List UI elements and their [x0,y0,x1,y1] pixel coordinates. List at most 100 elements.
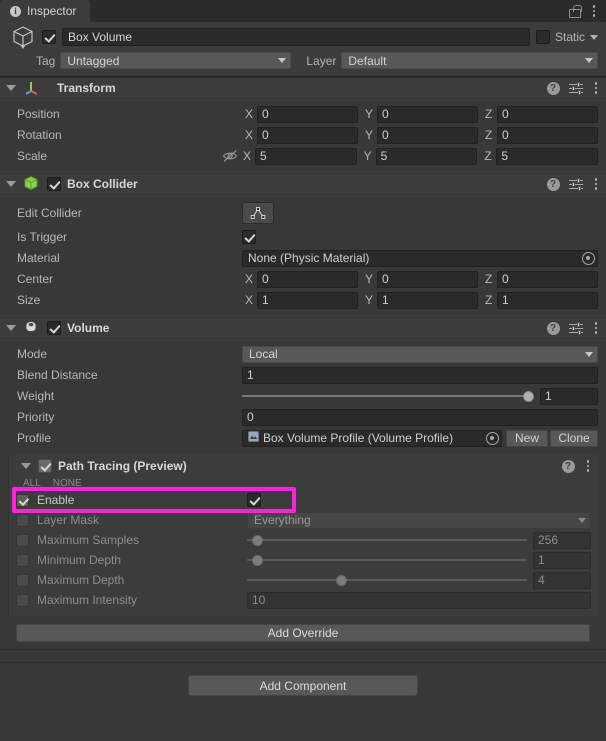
object-name-row: Box Volume Static [8,26,598,49]
static-label: Static [554,30,585,44]
add-component-button[interactable]: Add Component [188,675,418,696]
path-tracing-header[interactable]: Path Tracing (Preview) ? [9,455,598,477]
slider-knob[interactable] [335,574,347,586]
maximum-depth-input[interactable]: 4 [533,571,591,589]
size-y-input[interactable]: 1 [377,291,478,309]
position-z-input[interactable]: 0 [497,105,598,123]
collider-size-row: Size X 1 Y 1 Z 1 [8,290,598,310]
size-x-input[interactable]: 1 [257,291,358,309]
priority-input[interactable]: 0 [242,408,598,426]
layer-mask-dropdown[interactable]: Everything [247,511,591,529]
help-icon[interactable]: ? [546,321,560,335]
is-trigger-checkbox[interactable] [242,230,256,244]
volume-mode-dropdown[interactable]: Local [242,345,598,363]
slider-knob[interactable] [252,534,264,546]
axis-label-x: X [245,272,254,286]
preset-icon[interactable] [568,81,583,95]
rotation-x-input[interactable]: 0 [257,126,358,144]
object-enabled-checkbox[interactable] [42,30,56,44]
help-icon[interactable]: ? [561,459,575,473]
kebab-menu-icon[interactable] [584,458,593,474]
add-override-button[interactable]: Add Override [16,624,590,642]
component-header-box-collider[interactable]: Box Collider ? [0,173,606,195]
minimum-depth-input[interactable]: 1 [533,551,591,569]
volume-icon [23,319,39,338]
override-none-button[interactable]: NONE [53,478,82,489]
kebab-menu-icon[interactable] [592,176,601,192]
position-x-input[interactable]: 0 [257,105,358,123]
kebab-menu-icon[interactable] [592,80,601,96]
minimum-depth-override-checkbox[interactable] [16,553,29,567]
foldout-arrow-icon[interactable] [6,325,16,331]
chevron-down-icon[interactable] [590,34,598,40]
path-tracing-enabled-checkbox[interactable] [38,459,52,473]
add-component-wrap: Add Component [0,663,606,696]
slider-knob[interactable] [252,554,264,566]
tab-inspector[interactable]: i Inspector [0,0,91,22]
maximum-depth-override-checkbox[interactable] [16,573,29,587]
center-y-input[interactable]: 0 [377,270,478,288]
center-x-input[interactable]: 0 [257,270,358,288]
path-tracing-box: Path Tracing (Preview) ? ALL NONE Enable [8,455,598,616]
kebab-menu-icon[interactable] [590,3,599,19]
profile-new-button[interactable]: New [506,429,548,447]
constrain-proportions-off-icon[interactable] [222,149,238,163]
foldout-arrow-icon[interactable] [6,181,16,187]
edit-collider-button[interactable] [242,202,274,224]
scale-z-input[interactable]: 5 [496,147,599,165]
minimum-depth-slider[interactable] [247,552,527,569]
path-tracing-maximum-depth-row: Maximum Depth 4 [16,570,591,590]
box-collider-enabled-checkbox[interactable] [47,177,61,191]
path-tracing-minimum-depth-row: Minimum Depth 1 [16,550,591,570]
is-trigger-row: Is Trigger [8,227,598,247]
center-z-input[interactable]: 0 [497,270,598,288]
scale-y-input[interactable]: 5 [375,147,478,165]
weight-value-input[interactable]: 1 [540,387,598,405]
maximum-intensity-override-checkbox[interactable] [16,593,29,607]
field-label: Priority [17,410,55,424]
maximum-samples-slider[interactable] [247,532,527,549]
axis-label-y: Y [365,272,374,286]
field-label: Scale [17,149,48,163]
tag-dropdown[interactable]: Untagged [60,52,292,69]
layer-dropdown[interactable]: Default [341,52,598,69]
volume-enabled-checkbox[interactable] [47,321,61,335]
help-icon[interactable]: ? [546,81,560,95]
enable-override-checkbox[interactable] [16,493,29,507]
layer-mask-override-checkbox[interactable] [16,513,29,527]
scale-x-input[interactable]: 5 [255,147,357,165]
axis-label-y: Y [365,128,374,142]
override-all-button[interactable]: ALL [23,478,41,489]
foldout-arrow-icon[interactable] [6,85,16,91]
foldout-arrow-icon[interactable] [21,463,31,469]
profile-clone-button[interactable]: Clone [550,429,598,447]
maximum-intensity-input[interactable]: 10 [247,591,591,609]
blend-distance-input[interactable]: 1 [242,366,598,384]
field-label: Position [17,107,60,121]
object-picker-icon[interactable] [582,251,595,265]
size-z-input[interactable]: 1 [497,291,598,309]
rotation-z-input[interactable]: 0 [497,126,598,144]
help-icon[interactable]: ? [546,177,560,191]
enable-value-checkbox[interactable] [247,493,261,507]
component-header-transform[interactable]: Transform ? [0,77,606,99]
component-header-actions: ? [546,320,601,336]
kebab-menu-icon[interactable] [592,320,601,336]
object-name-input[interactable]: Box Volume [62,28,530,46]
maximum-samples-input[interactable]: 256 [533,531,591,549]
maximum-depth-slider[interactable] [247,572,527,589]
static-checkbox[interactable] [535,30,550,44]
object-picker-icon[interactable] [486,431,499,445]
rotation-y-input[interactable]: 0 [377,126,478,144]
maximum-samples-override-checkbox[interactable] [16,533,29,547]
component-header-volume[interactable]: Volume ? [0,317,606,339]
preset-icon[interactable] [568,321,583,335]
slider-knob[interactable] [523,390,534,402]
weight-slider[interactable] [242,388,534,405]
preset-icon[interactable] [568,177,583,191]
position-y-input[interactable]: 0 [377,105,478,123]
lock-icon[interactable] [568,4,582,18]
profile-object-field[interactable]: Box Volume Profile (Volume Profile) [242,429,502,447]
material-object-field[interactable]: None (Physic Material) [242,249,598,267]
layer-value: Default [348,53,387,68]
